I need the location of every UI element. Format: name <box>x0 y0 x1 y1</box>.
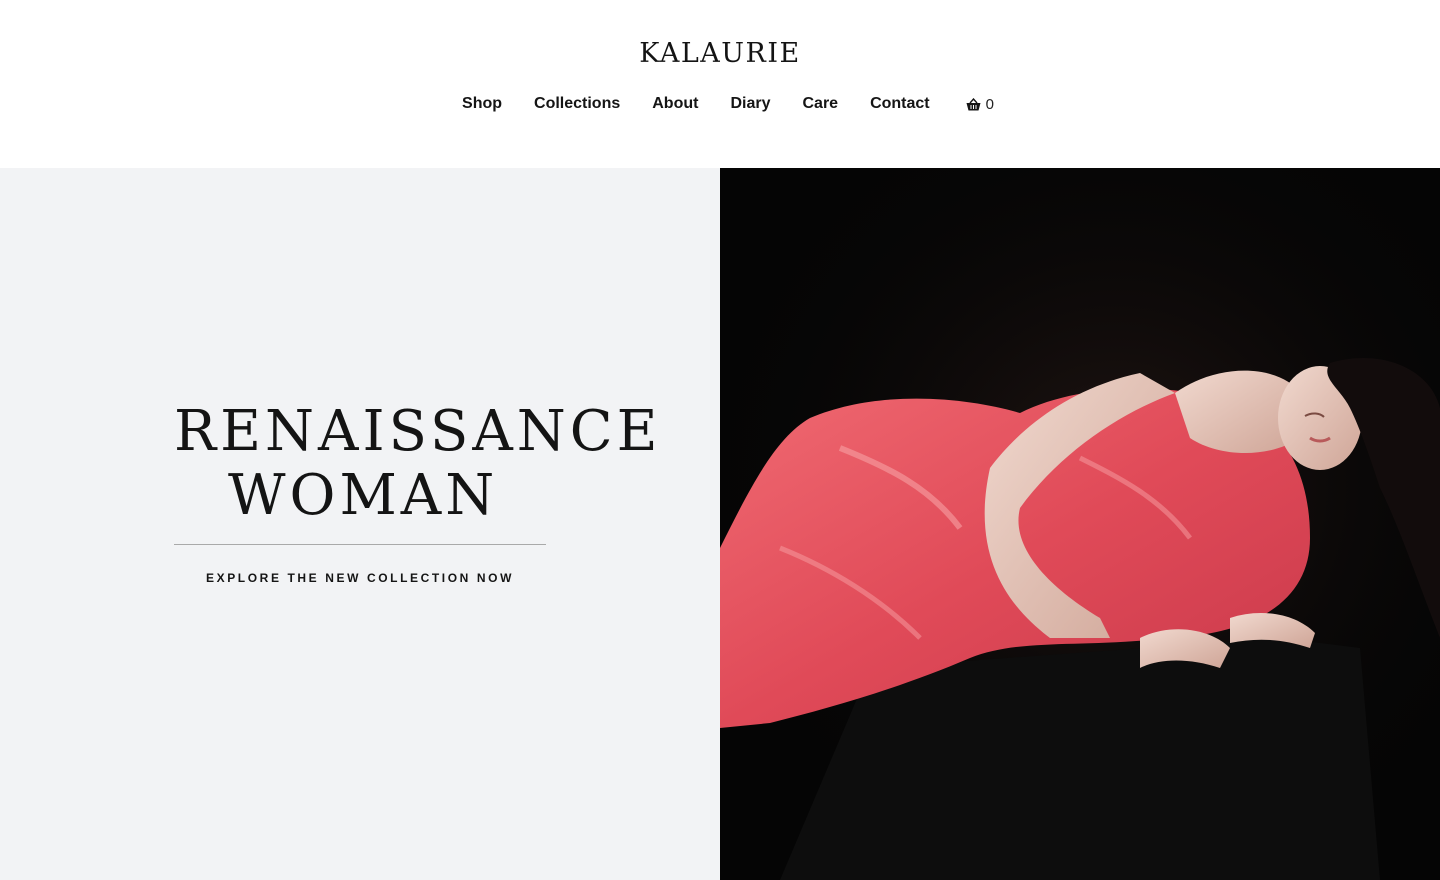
main-nav: Shop Collections About Diary Care Contac… <box>0 94 1440 114</box>
hero-headline-line2: WOMAN <box>228 463 499 528</box>
nav-item-diary[interactable]: Diary <box>730 94 770 114</box>
nav-item-shop[interactable]: Shop <box>462 94 502 114</box>
hero-headline: RENAISSANCE WOMAN <box>174 400 658 528</box>
hero-divider <box>174 544 546 545</box>
nav-item-care[interactable]: Care <box>802 94 838 114</box>
basket-icon <box>966 97 981 110</box>
hero-text-panel: RENAISSANCE WOMAN EXPLORE THE NEW COLLEC… <box>0 168 720 880</box>
cart-button[interactable]: 0 <box>966 96 994 113</box>
hero-headline-line1: RENAISSANCE <box>174 399 662 464</box>
nav-item-about[interactable]: About <box>652 94 698 114</box>
nav-item-collections[interactable]: Collections <box>534 94 620 114</box>
nav-item-contact[interactable]: Contact <box>870 94 930 114</box>
site-header: KALAURIE Shop Collections About Diary Ca… <box>0 0 1440 168</box>
hero-photo <box>720 168 1440 880</box>
hero-image[interactable] <box>720 168 1440 880</box>
explore-collection-link[interactable]: EXPLORE THE NEW COLLECTION NOW <box>174 571 546 585</box>
cart-count: 0 <box>985 95 994 113</box>
brand-logo[interactable]: KALAURIE <box>0 38 1440 69</box>
